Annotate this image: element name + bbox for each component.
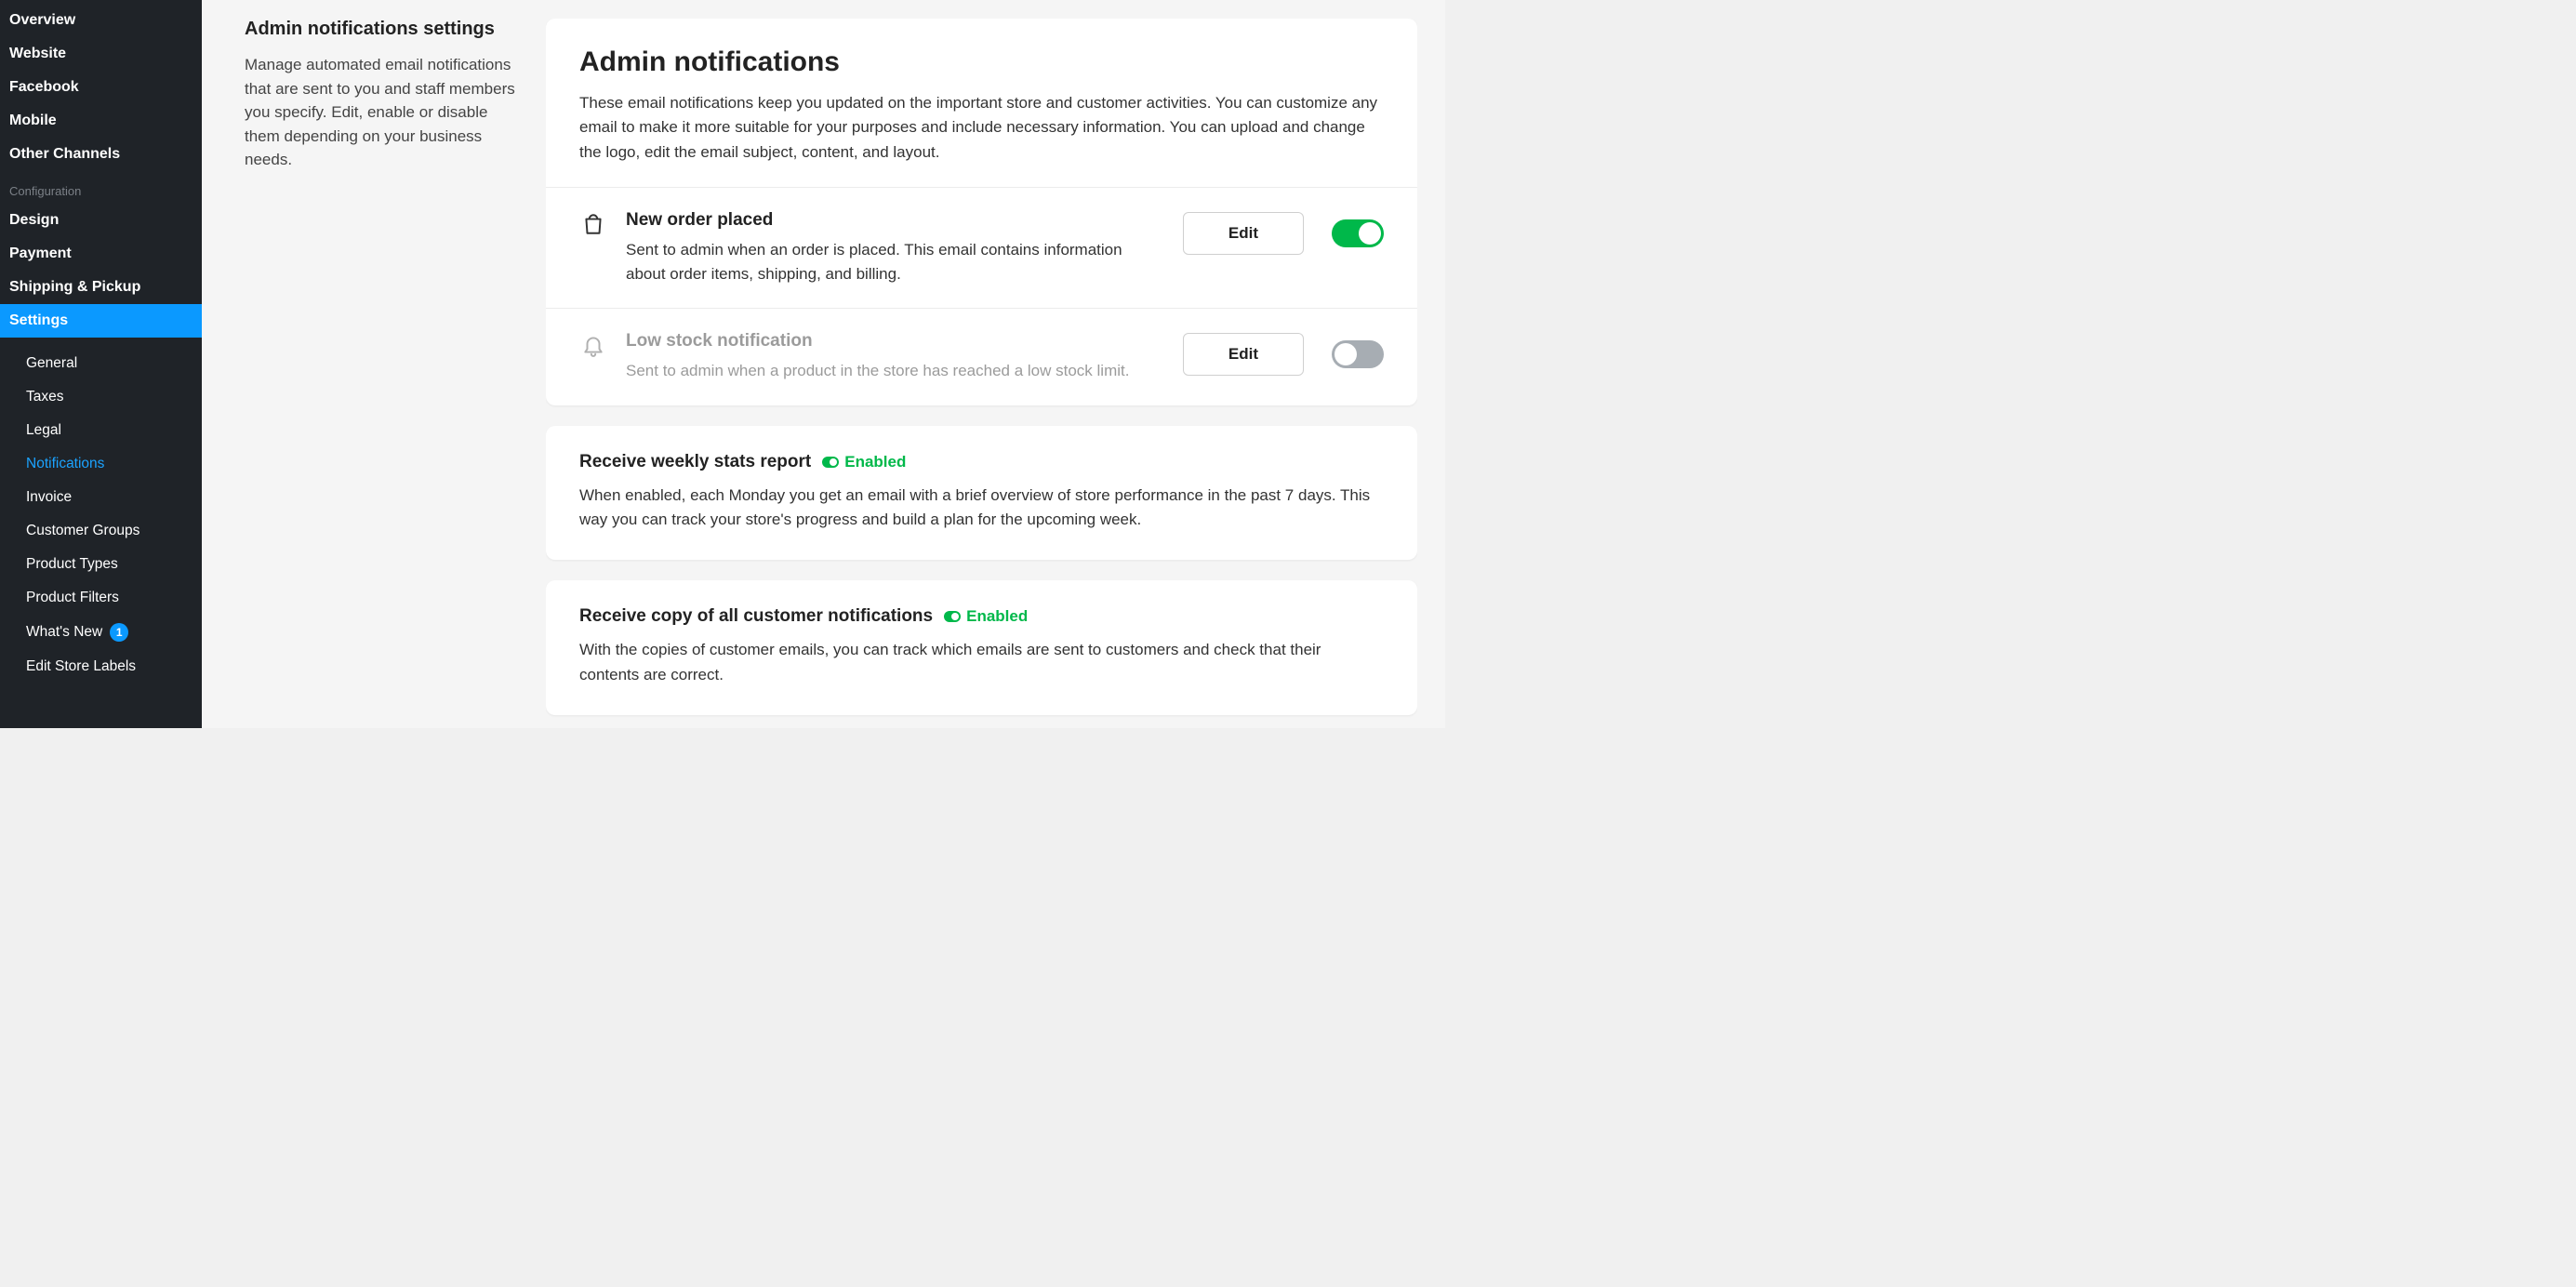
sidebar: Overview Website Facebook Mobile Other C…: [0, 0, 202, 728]
section-description: When enabled, each Monday you get an ema…: [579, 484, 1384, 533]
notification-row-low-stock: Low stock notification Sent to admin whe…: [546, 308, 1417, 405]
intro-title: Admin notifications settings: [245, 19, 524, 40]
sidebar-item-settings[interactable]: Settings: [0, 304, 202, 338]
sidebar-sub-label: Legal: [26, 422, 61, 439]
sidebar-item-payment[interactable]: Payment: [0, 237, 202, 271]
weekly-stats-card: Receive weekly stats report Enabled When…: [546, 426, 1417, 561]
enabled-pill: Enabled: [944, 607, 1028, 626]
toggle-low-stock[interactable]: [1332, 340, 1384, 368]
main-column: Admin notifications These email notifica…: [546, 19, 1417, 728]
sidebar-item-shipping-pickup[interactable]: Shipping & Pickup: [0, 271, 202, 304]
sidebar-item-website[interactable]: Website: [0, 37, 202, 71]
toggle-new-order[interactable]: [1332, 219, 1384, 247]
row-description: Sent to admin when a product in the stor…: [626, 359, 1164, 383]
sidebar-sub-general[interactable]: General: [0, 347, 202, 380]
toggle-on-icon: [944, 611, 961, 622]
sidebar-sub-legal[interactable]: Legal: [0, 414, 202, 447]
admin-notifications-card: Admin notifications These email notifica…: [546, 19, 1417, 405]
toggle-on-icon: [822, 457, 839, 468]
sidebar-sub-label: General: [26, 355, 77, 372]
section-title: Receive weekly stats report: [579, 452, 811, 472]
sidebar-sub-product-filters[interactable]: Product Filters: [0, 581, 202, 615]
enabled-pill: Enabled: [822, 453, 906, 471]
content: Admin notifications settings Manage auto…: [202, 0, 1445, 728]
shopping-bag-icon: [579, 210, 607, 236]
sidebar-sub-notifications[interactable]: Notifications: [0, 447, 202, 481]
sidebar-sub-invoice[interactable]: Invoice: [0, 481, 202, 514]
intro-description: Manage automated email notifications tha…: [245, 53, 524, 172]
row-title: Low stock notification: [626, 331, 1164, 352]
sidebar-sub-edit-store-labels[interactable]: Edit Store Labels: [0, 650, 202, 683]
sidebar-sub-label: Product Types: [26, 556, 118, 573]
sidebar-sub-taxes[interactable]: Taxes: [0, 380, 202, 414]
bell-icon: [579, 331, 607, 357]
sidebar-sub-customer-groups[interactable]: Customer Groups: [0, 514, 202, 548]
row-description: Sent to admin when an order is placed. T…: [626, 238, 1164, 285]
sidebar-item-facebook[interactable]: Facebook: [0, 71, 202, 104]
section-description: With the copies of customer emails, you …: [579, 638, 1384, 687]
intro-column: Admin notifications settings Manage auto…: [245, 19, 524, 728]
sidebar-sub-label: Product Filters: [26, 590, 119, 606]
enabled-label: Enabled: [966, 607, 1028, 626]
sidebar-heading-configuration: Configuration: [0, 171, 202, 204]
sidebar-item-design[interactable]: Design: [0, 204, 202, 237]
whats-new-badge: 1: [110, 623, 128, 642]
sidebar-item-overview[interactable]: Overview: [0, 4, 202, 37]
sidebar-sub-whats-new[interactable]: What's New 1: [0, 615, 202, 650]
card-description: These email notifications keep you updat…: [579, 91, 1384, 165]
sidebar-sub-label: Customer Groups: [26, 523, 139, 539]
sidebar-item-other-channels[interactable]: Other Channels: [0, 138, 202, 171]
edit-button-new-order[interactable]: Edit: [1183, 212, 1304, 255]
sidebar-sub-label: What's New: [26, 624, 102, 641]
sidebar-sub-label: Taxes: [26, 389, 64, 405]
section-title: Receive copy of all customer notificatio…: [579, 606, 933, 627]
sidebar-sub-product-types[interactable]: Product Types: [0, 548, 202, 581]
enabled-label: Enabled: [844, 453, 906, 471]
notification-row-new-order: New order placed Sent to admin when an o…: [546, 187, 1417, 308]
sidebar-sub-label: Notifications: [26, 456, 104, 472]
customer-copies-card: Receive copy of all customer notificatio…: [546, 580, 1417, 715]
edit-button-low-stock[interactable]: Edit: [1183, 333, 1304, 376]
card-title: Admin notifications: [579, 46, 1384, 78]
sidebar-item-mobile[interactable]: Mobile: [0, 104, 202, 138]
sidebar-sub-label: Invoice: [26, 489, 72, 506]
row-title: New order placed: [626, 210, 1164, 231]
sidebar-sub-label: Edit Store Labels: [26, 658, 136, 675]
